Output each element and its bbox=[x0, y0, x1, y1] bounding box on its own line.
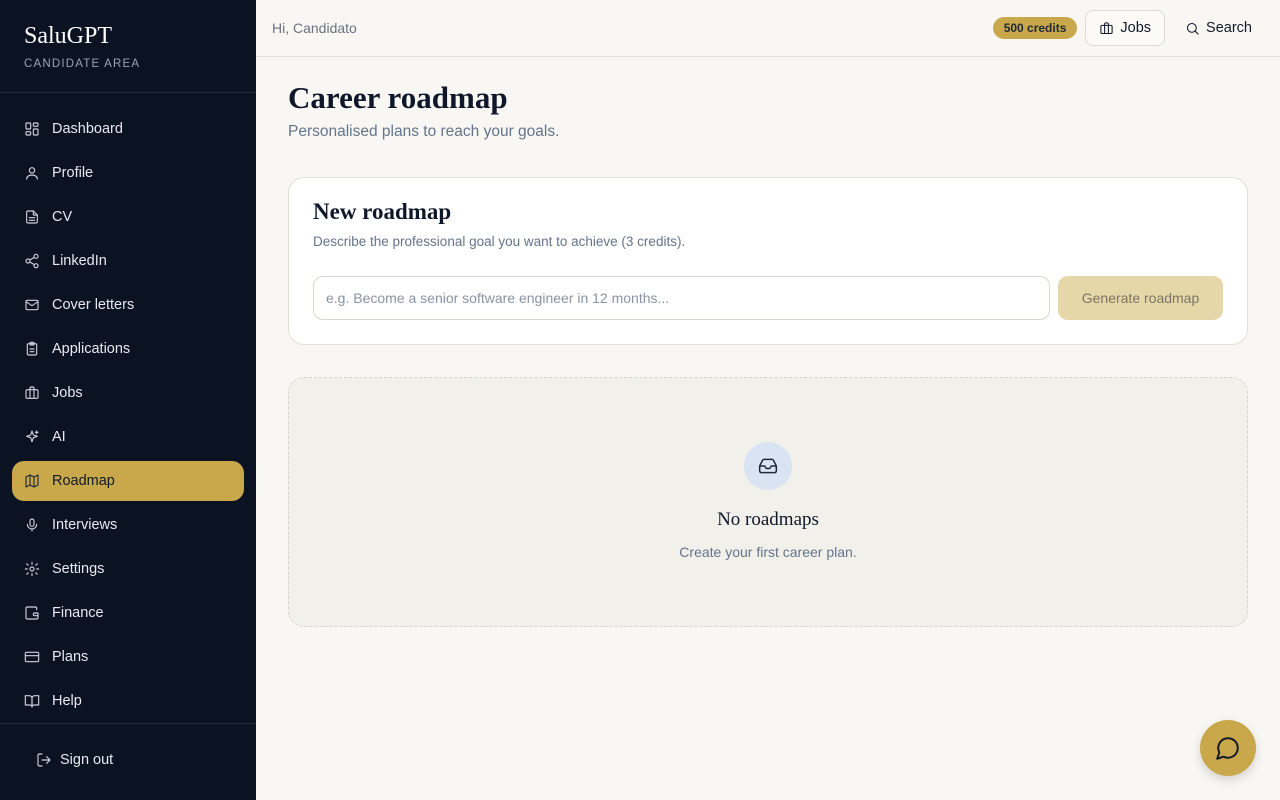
inbox-icon bbox=[744, 442, 792, 490]
sidebar-item-label: Applications bbox=[52, 341, 131, 357]
brand: SaluGPT CANDIDATE AREA bbox=[0, 0, 256, 93]
map-icon bbox=[24, 473, 40, 489]
sidebar-item-label: Finance bbox=[52, 605, 104, 621]
goal-input[interactable] bbox=[313, 276, 1050, 320]
sidebar-item-label: CV bbox=[52, 209, 73, 225]
sidebar-item-label: Dashboard bbox=[52, 121, 123, 137]
page-subtitle: Personalised plans to reach your goals. bbox=[288, 123, 560, 140]
sparkles-icon bbox=[24, 429, 40, 445]
search-button[interactable]: Search bbox=[1173, 10, 1264, 46]
chat-bubble-icon bbox=[1216, 737, 1239, 760]
sidebar-item-cv[interactable]: CV bbox=[12, 197, 244, 237]
generate-roadmap-button[interactable]: Generate roadmap bbox=[1058, 276, 1223, 320]
file-icon bbox=[24, 209, 40, 225]
sidebar-item-settings[interactable]: Settings bbox=[12, 549, 244, 589]
sidebar-item-label: Plans bbox=[52, 649, 89, 665]
empty-state-title: No roadmaps bbox=[717, 509, 819, 530]
sidebar-item-plans[interactable]: Plans bbox=[12, 637, 244, 677]
sidebar-item-help[interactable]: Help bbox=[12, 681, 244, 721]
brand-title: SaluGPT bbox=[24, 23, 113, 49]
wallet-icon bbox=[24, 605, 40, 621]
sidebar-item-label: Settings bbox=[52, 561, 105, 577]
sidebar-item-interviews[interactable]: Interviews bbox=[12, 505, 244, 545]
clipboard-icon bbox=[24, 341, 40, 357]
mail-icon bbox=[24, 297, 40, 313]
sidebar-item-label: LinkedIn bbox=[52, 253, 107, 269]
top-header: Hi, Candidato 500 credits Jobs Search bbox=[256, 0, 1280, 57]
sidebar-item-label: AI bbox=[52, 429, 66, 445]
search-button-label: Search bbox=[1206, 20, 1252, 36]
sidebar-item-label: Jobs bbox=[52, 385, 83, 401]
sidebar-item-roadmap[interactable]: Roadmap bbox=[12, 461, 244, 501]
sidebar-item-jobs[interactable]: Jobs bbox=[12, 373, 244, 413]
sidebar: SaluGPT CANDIDATE AREA Dashboard Profile… bbox=[0, 0, 256, 800]
sidebar-item-label: Interviews bbox=[52, 517, 118, 533]
sidebar-item-dashboard[interactable]: Dashboard bbox=[12, 109, 244, 149]
briefcase-icon bbox=[24, 385, 40, 401]
book-icon bbox=[24, 693, 40, 709]
sidebar-item-label: Roadmap bbox=[52, 473, 115, 489]
sidebar-item-label: Profile bbox=[52, 165, 94, 181]
chat-button[interactable] bbox=[1200, 720, 1256, 776]
new-roadmap-card: New roadmap Describe the professional go… bbox=[288, 177, 1248, 345]
sign-out-button[interactable]: Sign out bbox=[0, 723, 256, 800]
header-actions: 500 credits Jobs Search bbox=[992, 10, 1264, 46]
empty-state-subtitle: Create your first career plan. bbox=[679, 544, 857, 560]
sidebar-item-label: Cover letters bbox=[52, 297, 135, 313]
search-icon bbox=[1187, 22, 1199, 35]
credits-badge: 500 credits bbox=[992, 17, 1078, 39]
briefcase-icon bbox=[1100, 21, 1114, 34]
dashboard-icon bbox=[24, 121, 40, 137]
page-title: Career roadmap bbox=[288, 80, 508, 115]
logout-icon bbox=[36, 752, 52, 772]
sidebar-item-applications[interactable]: Applications bbox=[12, 329, 244, 369]
sidebar-item-finance[interactable]: Finance bbox=[12, 593, 244, 633]
new-roadmap-description: Describe the professional goal you want … bbox=[313, 234, 686, 249]
new-roadmap-title: New roadmap bbox=[313, 199, 452, 224]
sign-out-label: Sign out bbox=[60, 752, 114, 768]
greeting: Hi, Candidato bbox=[272, 20, 357, 36]
share-icon bbox=[24, 253, 40, 269]
gear-icon bbox=[24, 561, 40, 577]
sidebar-item-linkedin[interactable]: LinkedIn bbox=[12, 241, 244, 281]
user-icon bbox=[24, 165, 40, 181]
sidebar-item-profile[interactable]: Profile bbox=[12, 153, 244, 193]
sidebar-item-cover-letters[interactable]: Cover letters bbox=[12, 285, 244, 325]
jobs-button-label: Jobs bbox=[1120, 20, 1152, 36]
jobs-button[interactable]: Jobs bbox=[1085, 10, 1166, 46]
sidebar-nav: Dashboard Profile CV LinkedIn Cover lett… bbox=[0, 93, 256, 721]
sidebar-item-ai[interactable]: AI bbox=[12, 417, 244, 457]
credit-card-icon bbox=[24, 649, 40, 665]
microphone-icon bbox=[24, 517, 40, 533]
brand-subtitle: CANDIDATE AREA bbox=[24, 58, 141, 70]
empty-state: No roadmaps Create your first career pla… bbox=[288, 377, 1248, 627]
sidebar-item-label: Help bbox=[52, 693, 82, 709]
